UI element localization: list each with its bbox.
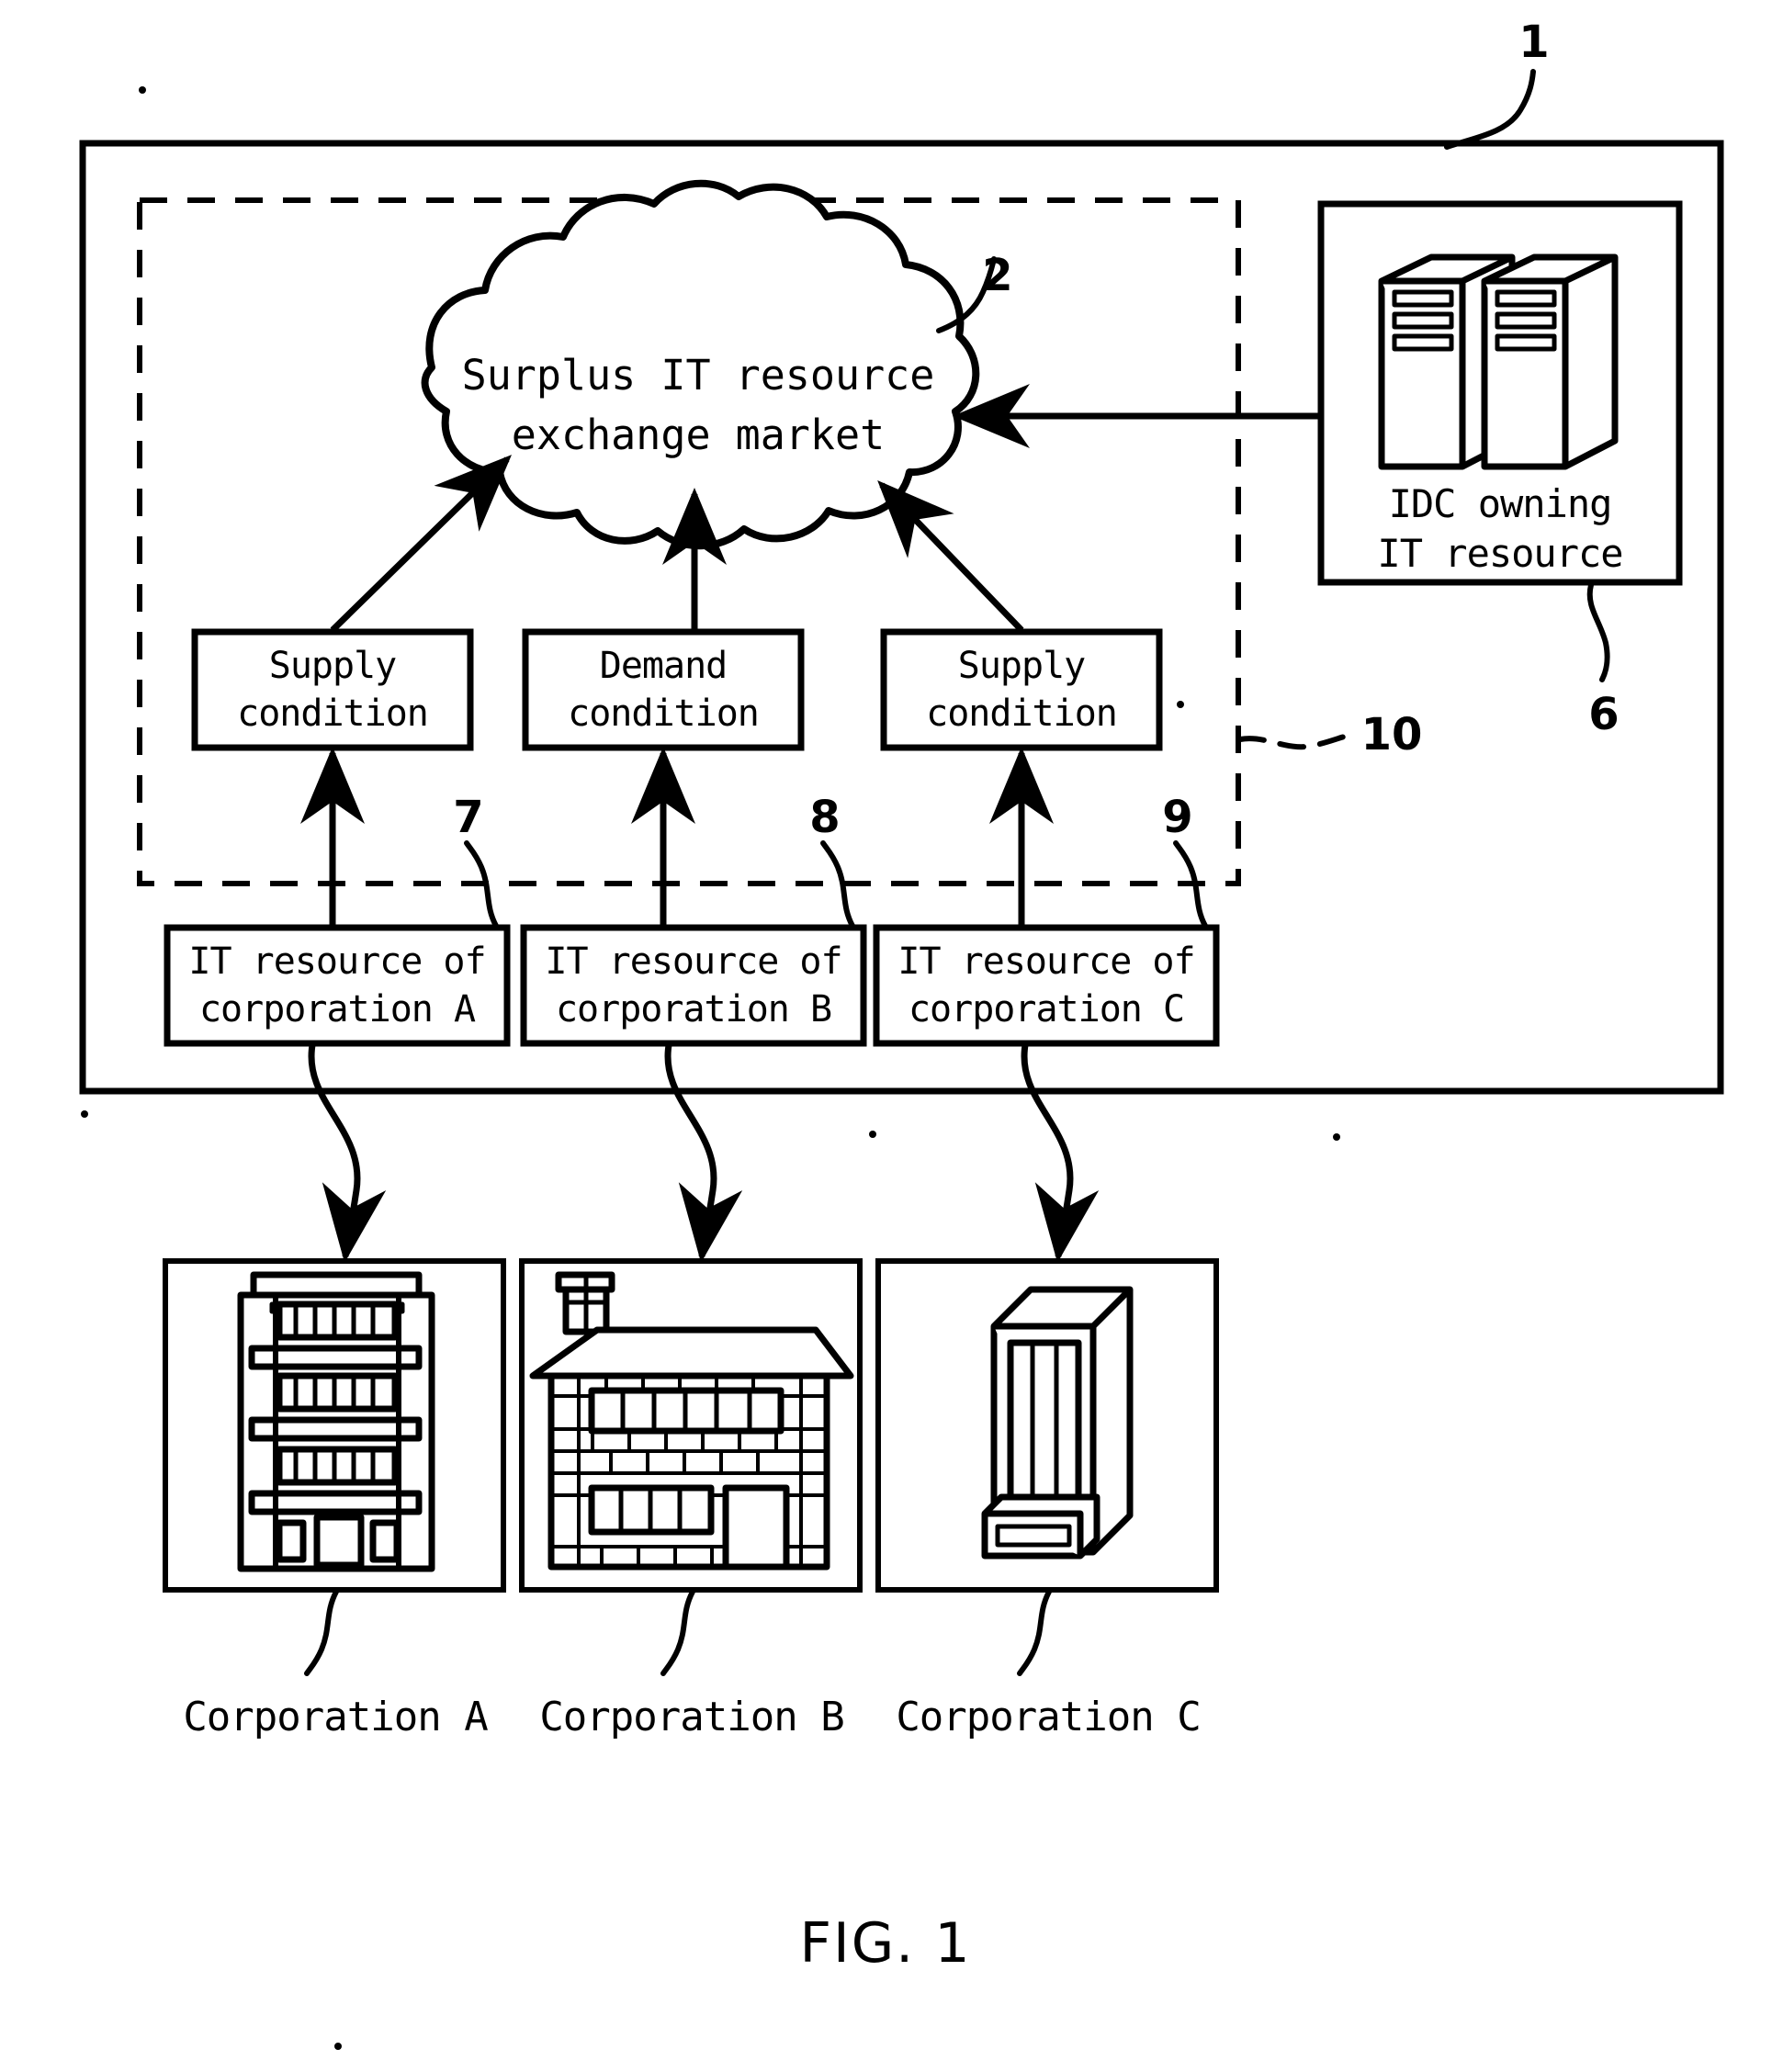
cloud-label-line2: exchange market (511, 411, 886, 459)
ref-label-6: 6 (1588, 689, 1620, 740)
server-rack-pair-icon (1378, 253, 1619, 470)
patent-figure: Surplus IT resource exchange market 1 2 … (0, 0, 1772, 2072)
it-resource-b-line1: IT resource of (545, 940, 842, 983)
leader-ref-6 (1586, 582, 1610, 682)
supply-condition-c-line2: condition (926, 693, 1118, 735)
demand-condition-b-line1: Demand (599, 645, 728, 687)
supply-condition-a-line1: Supply (268, 645, 398, 687)
figure-linework (79, 69, 1724, 2050)
supply-condition-a-line2: condition (237, 693, 429, 735)
ref-label-9: 9 (1162, 792, 1193, 843)
it-resource-a-line1: IT resource of (188, 940, 486, 983)
leader-corp-a (304, 1589, 339, 1676)
corp-c-label: Corporation C (896, 1694, 1201, 1740)
arrow-resource-a-to-corp-a (308, 1044, 387, 1263)
ref-label-10: 10 (1360, 709, 1423, 760)
office-building-icon (237, 1271, 435, 1572)
it-resource-a-line2: corporation A (198, 988, 476, 1030)
it-resource-c-line1: IT resource of (897, 940, 1195, 983)
cloud-label-line1: Surplus IT resource (461, 351, 935, 400)
corp-b-label: Corporation B (539, 1694, 844, 1740)
arrow-resource-c-to-corp-c (1021, 1044, 1100, 1263)
it-resource-c-line2: corporation C (908, 988, 1185, 1030)
arrow-supply-a-to-cloud (330, 455, 513, 633)
server-tower-icon (981, 1286, 1134, 1560)
idc-label-line2: IT resource (1377, 531, 1623, 576)
ref-label-1: 1 (1518, 17, 1550, 68)
supply-condition-c-line1: Supply (957, 645, 1087, 687)
leader-ref-10 (1237, 732, 1355, 750)
leader-ref-1 (1444, 69, 1536, 150)
figure-caption: FIG. 1 (799, 1911, 972, 1976)
arrow-resource-b-to-corp-b (664, 1044, 743, 1263)
ref-label-8: 8 (809, 792, 841, 843)
demand-condition-b-line2: condition (568, 693, 760, 735)
corp-a-label: Corporation A (183, 1694, 488, 1740)
leader-corp-b (660, 1589, 695, 1676)
arrow-supply-c-to-cloud (877, 479, 1024, 633)
brick-house-icon (529, 1271, 854, 1571)
idc-label-line1: IDC owning (1388, 481, 1613, 526)
ref-label-2: 2 (982, 250, 1013, 301)
ref-label-7: 7 (453, 792, 484, 843)
leader-corp-c (1017, 1589, 1052, 1676)
it-resource-b-line2: corporation B (555, 988, 832, 1030)
